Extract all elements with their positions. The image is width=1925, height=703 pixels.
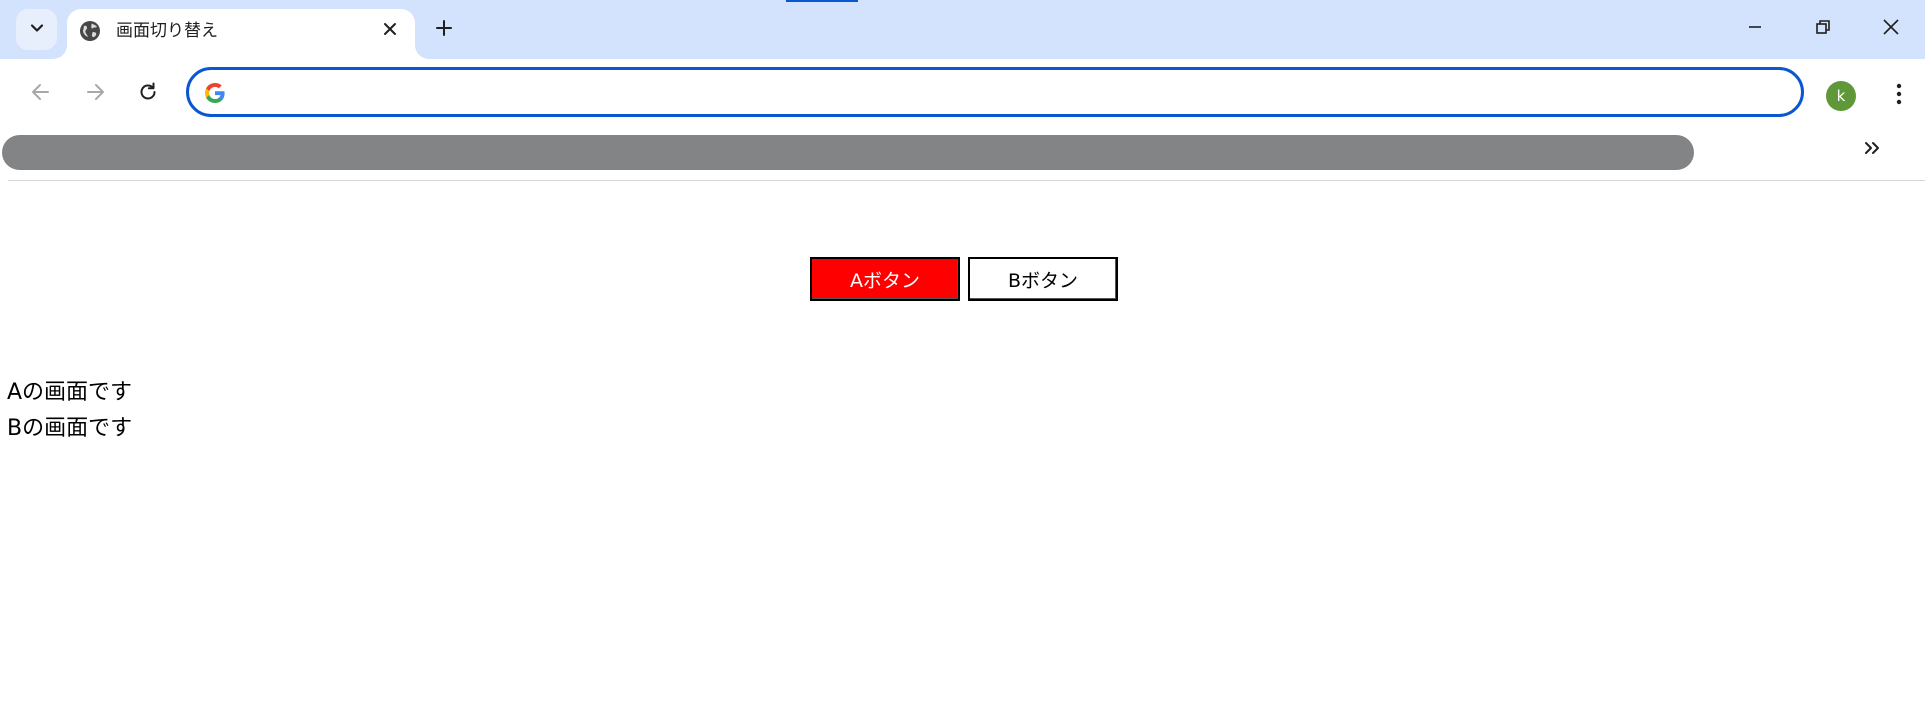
a-button[interactable]: Aボタン (810, 257, 960, 301)
tab-title: 画面切り替え (116, 21, 218, 41)
address-bar[interactable] (186, 67, 1804, 117)
restore-button[interactable] (1789, 0, 1857, 58)
new-tab-button[interactable] (428, 14, 460, 46)
profile-avatar[interactable]: k (1826, 81, 1856, 111)
tab-close-button[interactable] (377, 18, 403, 44)
tab-loading-indicator (786, 0, 858, 2)
kebab-menu-icon (1896, 83, 1902, 109)
globe-icon (79, 20, 101, 42)
plus-icon (434, 18, 454, 42)
back-button[interactable] (22, 75, 60, 113)
b-button[interactable]: Bボタン (968, 257, 1118, 301)
double-chevron-right-icon (1863, 139, 1881, 161)
reload-icon (137, 81, 159, 107)
bookmark-items-redacted[interactable] (2, 135, 1694, 170)
browser-toolbar: k (8, 59, 1925, 129)
address-input[interactable] (241, 78, 1745, 108)
window-close-button[interactable] (1857, 0, 1925, 58)
google-g-icon (204, 82, 226, 104)
close-icon (1882, 18, 1900, 40)
bookmarks-overflow-button[interactable] (1858, 136, 1886, 164)
tab-search-button[interactable] (16, 9, 57, 50)
restore-icon (1815, 19, 1831, 39)
active-tab[interactable]: 画面切り替え (67, 9, 415, 59)
tab-strip: 画面切り替え (0, 0, 1925, 59)
minimize-button[interactable] (1721, 0, 1789, 58)
toolbar-divider (8, 180, 1925, 181)
chevron-down-icon (28, 19, 46, 41)
forward-button[interactable] (76, 75, 114, 113)
arrow-right-icon (84, 81, 106, 107)
arrow-left-icon (30, 81, 52, 107)
screen-b-text: Bの画面です (7, 416, 133, 441)
screen-a-text: Aの画面です (7, 380, 133, 405)
minimize-icon (1747, 19, 1763, 39)
close-icon (382, 21, 398, 41)
bookmarks-bar (0, 129, 1925, 181)
reload-button[interactable] (129, 75, 167, 113)
browser-menu-button[interactable] (1882, 79, 1916, 113)
